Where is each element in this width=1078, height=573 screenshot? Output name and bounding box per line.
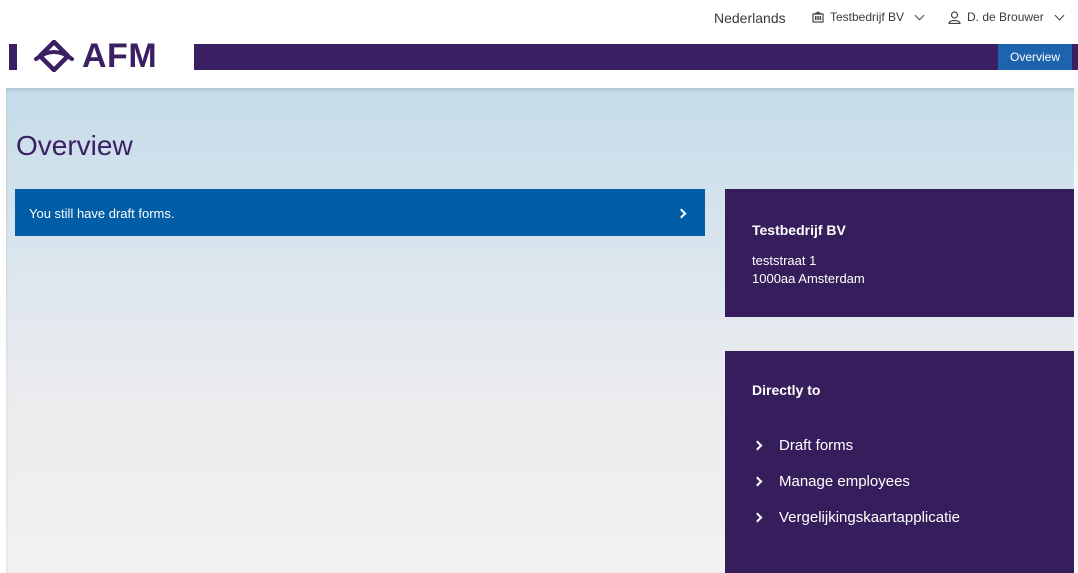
- scrollbar-track[interactable]: [1074, 88, 1078, 573]
- main-content: Overview You still have draft forms. Tes…: [6, 88, 1078, 573]
- language-switch[interactable]: Nederlands: [714, 10, 786, 26]
- directly-to-heading: Directly to: [752, 382, 821, 398]
- company-selector[interactable]: Testbedrijf BV: [812, 10, 925, 24]
- chevron-right-icon: [752, 476, 763, 486]
- chevron-right-icon: [676, 208, 687, 219]
- address-line-2: 1000aa Amsterdam: [752, 271, 865, 286]
- directly-to-card: Directly to Draft forms Manage employees…: [725, 351, 1077, 573]
- page-title: Overview: [16, 130, 133, 161]
- logo-bar-decoration: [9, 44, 17, 70]
- directly-to-links: Draft forms Manage employees Vergelijkin…: [752, 427, 960, 535]
- chevron-right-icon: [752, 512, 763, 522]
- chevron-right-icon: [752, 440, 763, 450]
- address-line-1: teststraat 1: [752, 253, 817, 268]
- user-menu-label: D. de Brouwer: [967, 10, 1044, 24]
- draft-forms-banner[interactable]: You still have draft forms.: [15, 189, 705, 236]
- company-card: Testbedrijf BV teststraat 1 1000aa Amste…: [725, 189, 1077, 317]
- tab-overview[interactable]: Overview: [998, 44, 1072, 70]
- link-manage-employees[interactable]: Manage employees: [752, 463, 960, 499]
- link-draft-forms[interactable]: Draft forms: [752, 427, 960, 463]
- afm-logo-text[interactable]: AFM: [82, 37, 157, 76]
- chevron-down-icon: [1054, 10, 1065, 20]
- language-label: Nederlands: [714, 10, 786, 26]
- link-label: Manage employees: [779, 472, 910, 490]
- draft-forms-banner-text: You still have draft forms.: [29, 206, 175, 221]
- building-icon: [812, 11, 824, 23]
- user-icon: [948, 10, 961, 24]
- link-label: Vergelijkingskaartapplicatie: [779, 508, 960, 526]
- top-utility-bar: Nederlands Testbedrijf BV D. de Brouwer: [0, 0, 1078, 40]
- chevron-down-icon: [914, 10, 925, 20]
- company-address: teststraat 1 1000aa Amsterdam: [752, 252, 865, 288]
- company-selector-label: Testbedrijf BV: [830, 10, 905, 24]
- link-label: Draft forms: [779, 436, 854, 454]
- link-vergelijkingskaartapplicatie[interactable]: Vergelijkingskaartapplicatie: [752, 499, 960, 535]
- user-menu[interactable]: D. de Brouwer: [948, 10, 1065, 24]
- main-nav: Overview: [194, 44, 1078, 70]
- company-name: Testbedrijf BV: [752, 222, 846, 238]
- afm-logo-icon[interactable]: [33, 40, 75, 72]
